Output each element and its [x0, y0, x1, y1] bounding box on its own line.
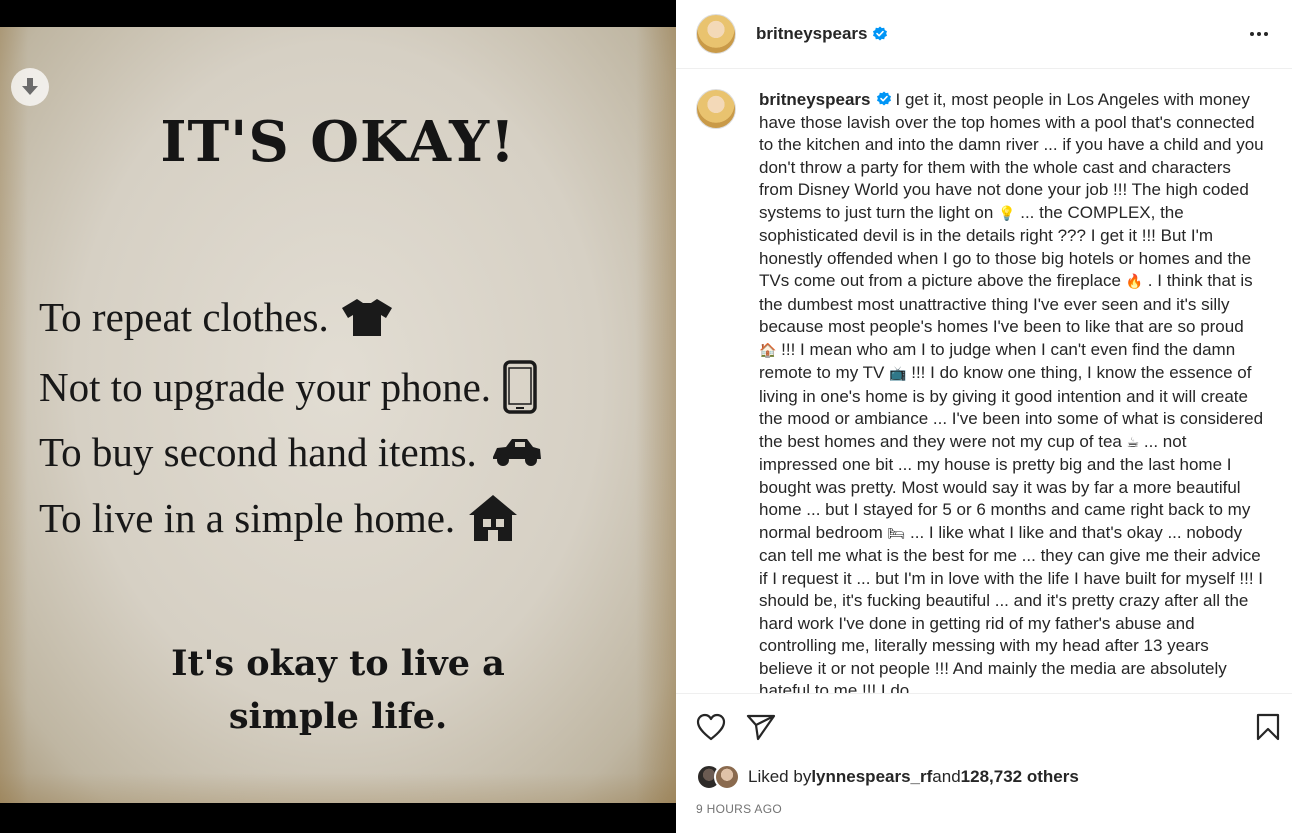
poster-line-text: To live in a simple home.	[39, 495, 456, 541]
download-button[interactable]	[11, 68, 49, 106]
like-button[interactable]	[696, 713, 726, 741]
fire-emoji: 🔥	[1125, 274, 1144, 290]
tv-emoji: 📺	[889, 366, 907, 382]
poster-line-text: Not to upgrade your phone.	[39, 364, 492, 410]
likes-prefix: Liked by	[748, 767, 812, 786]
caption-body: ... I like what I like and that's okay .…	[759, 522, 1264, 694]
likes-middle: and	[932, 767, 961, 786]
poster-footer-line: simple life.	[228, 696, 448, 737]
poster-line: To repeat clothes.	[39, 293, 393, 341]
tea-emoji: ☕	[1126, 434, 1140, 451]
action-icons	[696, 712, 1280, 742]
username-link[interactable]: britneyspears	[756, 24, 868, 44]
likes-summary: Liked by lynnespears_rf and 128,732 othe…	[696, 764, 1079, 790]
liker-username-link[interactable]: lynnespears_rf	[811, 767, 932, 787]
more-options-button[interactable]	[1246, 28, 1272, 40]
post-header: britneyspears	[676, 0, 1292, 69]
poster-footer: It's okay to live a simple life.	[0, 637, 676, 743]
poster-line: To live in a simple home.	[39, 493, 519, 543]
download-icon	[22, 78, 38, 95]
poster-line-text: To buy second hand items.	[39, 429, 477, 475]
lightbulb-emoji: 💡	[998, 205, 1016, 222]
verified-badge-icon	[872, 26, 887, 41]
poster-title: IT'S OKAY!	[160, 109, 516, 175]
house-emoji: 🏠	[759, 342, 777, 359]
caption-username-link[interactable]: britneyspears	[759, 90, 871, 109]
post-actions: Liked by lynnespears_rf and 128,732 othe…	[676, 693, 1292, 833]
heart-icon	[696, 713, 726, 741]
poster-footer-line: It's okay to live a	[171, 643, 505, 684]
phone-icon	[503, 360, 537, 414]
poster-line: Not to upgrade your phone.	[39, 360, 537, 414]
likes-count-link[interactable]: 128,732 others	[961, 767, 1079, 787]
verified-badge-icon	[876, 91, 891, 106]
share-button[interactable]	[746, 713, 776, 741]
house-icon	[469, 495, 518, 541]
tshirt-icon	[341, 299, 392, 336]
post-timestamp[interactable]: 9 HOURS AGO	[696, 802, 782, 816]
instagram-post-view: IT'S OKAY! To repeat clothes. Not to upg…	[0, 0, 1292, 833]
caption-text: britneyspears I get it, most people in Lo…	[759, 89, 1264, 693]
paper-plane-icon	[746, 714, 776, 741]
poster-line-text: To repeat clothes.	[39, 294, 329, 340]
poster-line: To buy second hand items.	[39, 428, 543, 476]
avatar[interactable]	[714, 764, 740, 790]
avatar[interactable]	[696, 14, 736, 54]
save-button[interactable]	[1256, 713, 1280, 741]
post-image[interactable]: IT'S OKAY! To repeat clothes. Not to upg…	[0, 27, 676, 803]
avatar[interactable]	[696, 89, 736, 129]
car-icon	[492, 439, 541, 466]
post-media: IT'S OKAY! To repeat clothes. Not to upg…	[0, 0, 676, 833]
bookmark-icon	[1256, 713, 1280, 741]
post-caption: britneyspears I get it, most people in Lo…	[696, 89, 1264, 693]
post-panel: britneyspears britneyspears I get it, mos…	[676, 0, 1292, 833]
liker-avatars	[696, 764, 742, 790]
more-dots-icon	[1250, 32, 1254, 36]
comments-area[interactable]: britneyspears I get it, most people in Lo…	[676, 70, 1292, 693]
bed-emoji: 🛏	[887, 525, 906, 542]
